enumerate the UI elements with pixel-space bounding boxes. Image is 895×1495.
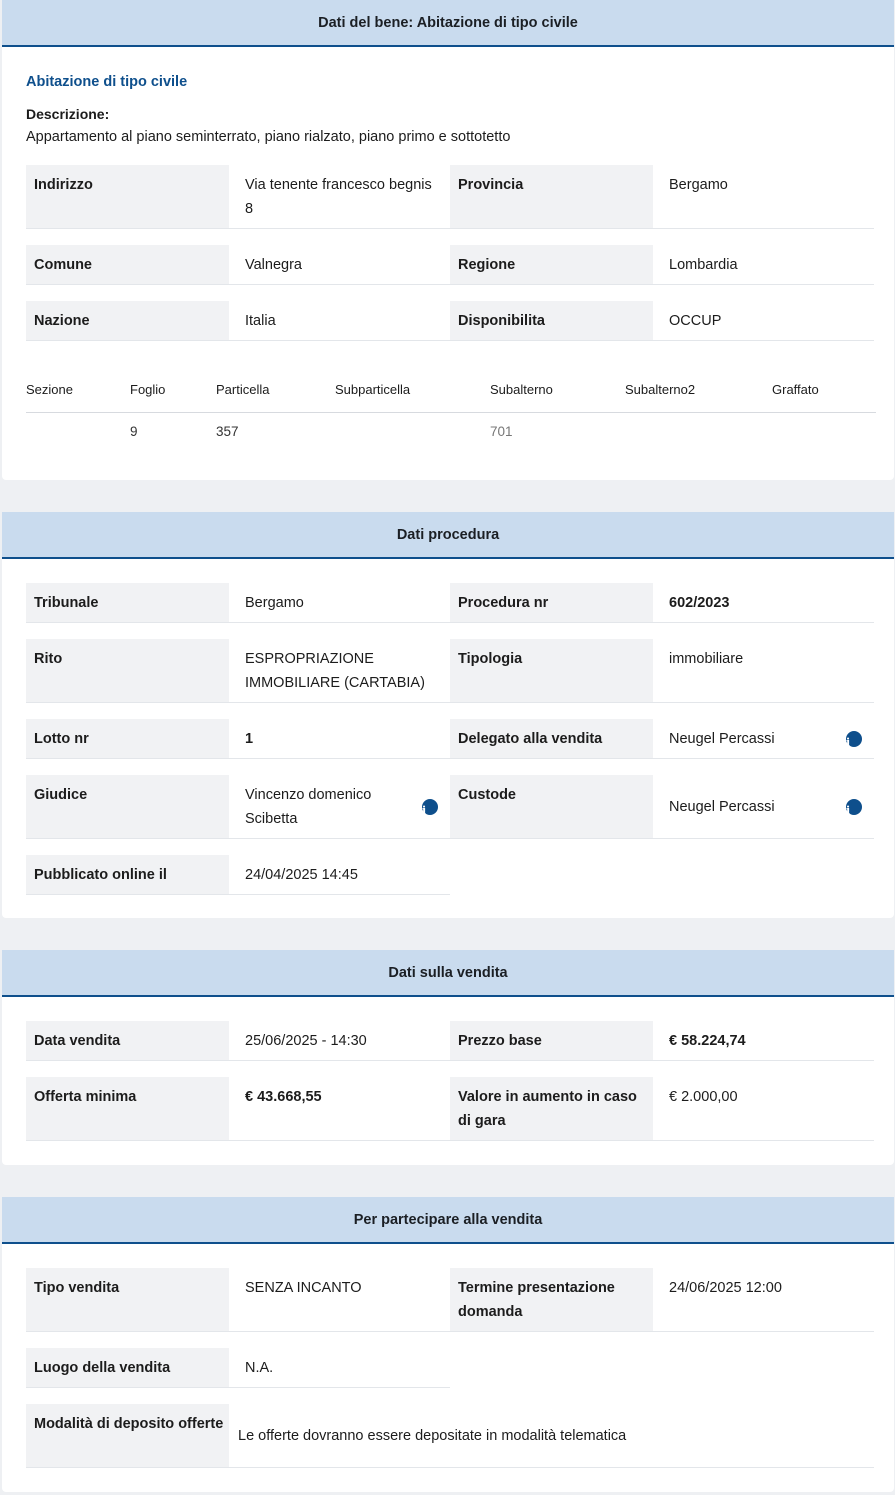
tipo-vendita-value: SENZA INCANTO	[229, 1268, 450, 1332]
termine-label: Termine presentazione domanda	[450, 1268, 653, 1332]
card-header: Dati sulla vendita	[2, 950, 894, 997]
table-header-graffato: Graffato	[772, 382, 819, 397]
modalita-label: Modalità di deposito offerte	[26, 1404, 229, 1468]
indirizzo-label: Indirizzo	[26, 165, 229, 229]
tribunale-label: Tribunale	[26, 583, 229, 623]
card-dati-bene: Dati del bene: Abitazione di tipo civile…	[2, 0, 894, 480]
offerta-minima-label: Offerta minima	[26, 1077, 229, 1141]
procedura-nr-label: Procedura nr	[450, 583, 653, 623]
procedura-nr-value: 602/2023	[653, 583, 874, 623]
tribunale-value: Bergamo	[229, 583, 450, 623]
info-icon[interactable]: i	[422, 798, 438, 817]
card-dati-vendita: Dati sulla vendita Data vendita 25/06/20…	[2, 950, 894, 1165]
table-header-subparticella: Subparticella	[335, 382, 411, 397]
tipologia-value: immobiliare	[653, 639, 874, 703]
card-header: Dati del bene: Abitazione di tipo civile	[2, 0, 894, 47]
card-header: Dati procedura	[2, 512, 894, 559]
offerta-minima-value: € 43.668,55	[229, 1077, 450, 1141]
table-header-particella: Particella	[216, 382, 270, 397]
indirizzo-value: Via tenente francesco begnis 8	[229, 165, 450, 229]
card-dati-procedura: Dati procedura Tribunale Bergamo Procedu…	[2, 512, 894, 918]
delegato-value: Neugel Percassi i	[653, 719, 874, 759]
table-cell-foglio: 9	[130, 424, 138, 439]
nazione-label: Nazione	[26, 301, 229, 341]
card-partecipare: Per partecipare alla vendita Tipo vendit…	[2, 1197, 894, 1492]
lotto-label: Lotto nr	[26, 719, 229, 759]
prezzo-base-value: € 58.224,74	[653, 1021, 874, 1061]
prezzo-base-label: Prezzo base	[450, 1021, 653, 1061]
custode-label: Custode	[450, 775, 653, 839]
provincia-value: Bergamo	[653, 165, 874, 229]
bene-subtitle: Abitazione di tipo civile	[26, 74, 188, 90]
description-text: Appartamento al piano seminterrato, pian…	[26, 129, 511, 145]
regione-label: Regione	[450, 245, 653, 285]
info-icon[interactable]: i	[846, 798, 862, 817]
comune-label: Comune	[26, 245, 229, 285]
tipologia-label: Tipologia	[450, 639, 653, 703]
pubblicato-label: Pubblicato online il	[26, 855, 229, 895]
provincia-label: Provincia	[450, 165, 653, 229]
tipo-vendita-label: Tipo vendita	[26, 1268, 229, 1332]
custode-name: Neugel Percassi	[669, 798, 775, 815]
custode-value: Neugel Percassi i	[653, 775, 874, 839]
giudice-label: Giudice	[26, 775, 229, 839]
rito-label: Rito	[26, 639, 229, 703]
info-icon[interactable]: i	[846, 730, 862, 749]
disponibilita-label: Disponibilita	[450, 301, 653, 341]
table-header-subalterno2: Subalterno2	[625, 382, 696, 397]
pubblicato-value: 24/04/2025 14:45	[229, 855, 450, 895]
table-cell-subalterno: 701	[490, 424, 513, 439]
table-header-foglio: Foglio	[130, 382, 166, 397]
table-divider	[26, 412, 876, 413]
description-label: Descrizione:	[26, 106, 110, 122]
valore-aumento-label: Valore in aumento in caso di gara	[450, 1077, 653, 1141]
disponibilita-value: OCCUP	[653, 301, 874, 341]
lotto-value: 1	[229, 719, 450, 759]
modalita-value: Le offerte dovranno essere depositate in…	[229, 1404, 874, 1468]
nazione-value: Italia	[229, 301, 450, 341]
valore-aumento-value: € 2.000,00	[653, 1077, 874, 1141]
table-header-subalterno: Subalterno	[490, 382, 553, 397]
luogo-value: N.A.	[229, 1348, 450, 1388]
delegato-label: Delegato alla vendita	[450, 719, 653, 759]
termine-value: 24/06/2025 12:00	[653, 1268, 874, 1332]
delegato-name: Neugel Percassi	[669, 730, 775, 747]
luogo-label: Luogo della vendita	[26, 1348, 229, 1388]
card-header: Per partecipare alla vendita	[2, 1197, 894, 1244]
giudice-name: Vincenzo domenico Scibetta	[245, 786, 372, 827]
regione-value: Lombardia	[653, 245, 874, 285]
rito-value: ESPROPRIAZIONE IMMOBILIARE (CARTABIA)	[229, 639, 450, 703]
table-header-sezione: Sezione	[26, 382, 73, 397]
data-vendita-value: 25/06/2025 - 14:30	[229, 1021, 450, 1061]
giudice-value: Vincenzo domenico Scibetta i	[229, 775, 450, 839]
table-cell-particella: 357	[216, 424, 239, 439]
data-vendita-label: Data vendita	[26, 1021, 229, 1061]
comune-value: Valnegra	[229, 245, 450, 285]
